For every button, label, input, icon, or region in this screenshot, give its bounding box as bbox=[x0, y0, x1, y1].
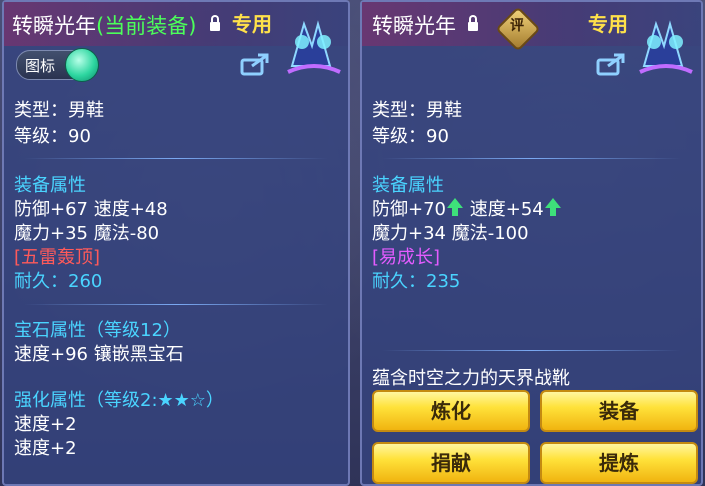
speed-stat: 速度+54 bbox=[469, 199, 544, 220]
item-level: 等级：90 bbox=[372, 126, 449, 147]
exclusive-label: 专用 bbox=[232, 12, 272, 36]
divider bbox=[382, 158, 681, 159]
special-skill: [五雷轰顶] bbox=[14, 247, 101, 268]
donate-button[interactable]: 捐献 bbox=[372, 442, 530, 484]
share-icon[interactable] bbox=[596, 52, 626, 76]
refine-button[interactable]: 炼化 bbox=[372, 390, 530, 432]
shoe-item-icon bbox=[287, 20, 341, 74]
exclusive-label: 专用 bbox=[588, 12, 628, 36]
special-skill: [易成长] bbox=[372, 247, 441, 268]
attr-line-1: 防御+70 速度+54 bbox=[372, 195, 562, 221]
lock-icon bbox=[210, 15, 220, 31]
item-type: 类型：男鞋 bbox=[372, 100, 462, 121]
current-equipment-panel: 转瞬光年(当前装备) 专用 图标 类型：男鞋 等级：90 装备属性 防御+67 … bbox=[2, 0, 350, 486]
enhance-attr-title: 强化属性（等级2:★★☆） bbox=[14, 390, 224, 411]
equip-attr-title: 装备属性 bbox=[372, 175, 444, 196]
share-icon[interactable] bbox=[240, 52, 270, 76]
up-arrow-icon bbox=[544, 198, 561, 216]
attr-line-1: 防御+67 速度+48 bbox=[14, 199, 168, 220]
current-equip-tag: (当前装备) bbox=[96, 14, 197, 38]
equip-attr-title: 装备属性 bbox=[14, 175, 86, 196]
shoe-item-icon bbox=[639, 20, 693, 74]
durability: 耐久：235 bbox=[372, 271, 461, 292]
divider bbox=[24, 158, 328, 159]
divider bbox=[382, 350, 681, 351]
defense-stat: 防御+70 bbox=[372, 199, 446, 220]
equip-button[interactable]: 装备 bbox=[540, 390, 698, 432]
attr-line-2: 魔力+35 魔法-80 bbox=[14, 223, 160, 244]
item-name: 转瞬光年(当前装备) bbox=[12, 14, 197, 38]
enhance-line-1: 速度+2 bbox=[14, 414, 77, 435]
lock-icon bbox=[468, 15, 478, 31]
icon-toggle[interactable]: 图标 bbox=[16, 48, 99, 82]
up-arrow-icon bbox=[447, 198, 463, 216]
compare-equipment-panel: 转瞬光年 评 专用 类型：男鞋 等级：90 装备属性 防御+70 速度+54 魔… bbox=[360, 0, 703, 486]
enhance-line-2: 速度+2 bbox=[14, 438, 77, 459]
extract-button[interactable]: 提炼 bbox=[540, 442, 698, 484]
toggle-label: 图标 bbox=[25, 57, 56, 75]
item-type: 类型：男鞋 bbox=[14, 100, 104, 121]
durability: 耐久：260 bbox=[14, 271, 103, 292]
toggle-knob bbox=[65, 48, 99, 82]
gem-attr-title: 宝石属性（等级12） bbox=[14, 320, 181, 341]
item-level: 等级：90 bbox=[14, 126, 91, 147]
item-description: 蕴含时空之力的天界战靴 bbox=[372, 368, 570, 389]
item-name: 转瞬光年 bbox=[372, 14, 456, 38]
divider bbox=[24, 304, 328, 305]
attr-line-2: 魔力+34 魔法-100 bbox=[372, 223, 529, 244]
gem-line: 速度+96 镶嵌黑宝石 bbox=[14, 344, 184, 365]
rate-badge-label: 评 bbox=[510, 18, 524, 34]
